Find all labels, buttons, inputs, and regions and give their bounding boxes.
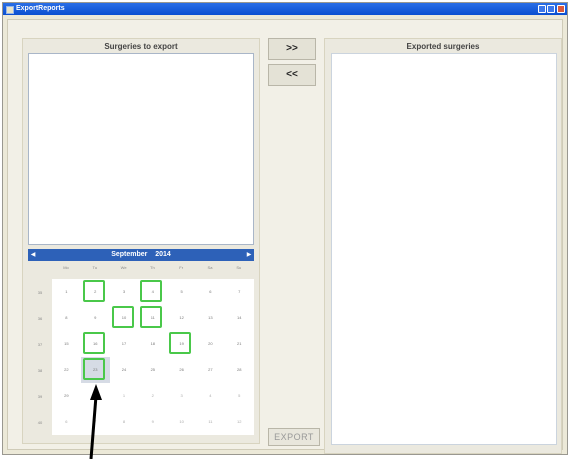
pointer-arrow-icon — [89, 384, 102, 459]
